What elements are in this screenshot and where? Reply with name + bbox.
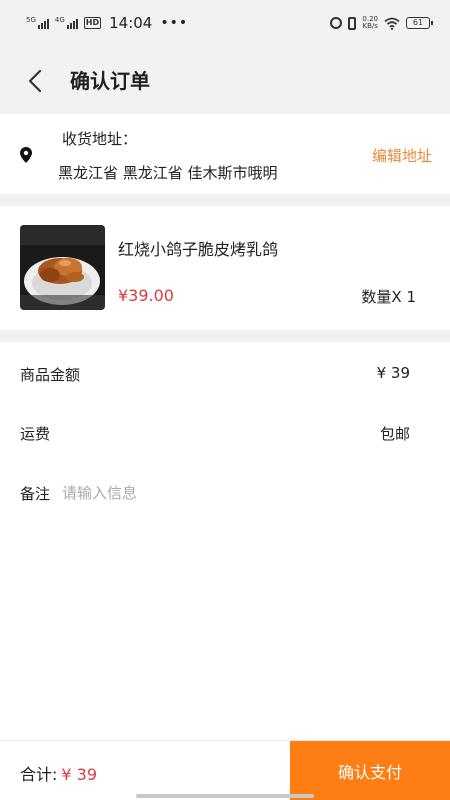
remark-input[interactable] — [62, 481, 362, 505]
page-title: 确认订单 — [70, 69, 150, 93]
shipping-label: 运费 — [20, 425, 51, 443]
status-time: 14:04 — [109, 14, 153, 32]
more-notifications-icon: ••• — [160, 15, 189, 31]
total-amount: ¥ 39 — [61, 765, 98, 784]
section-divider — [0, 194, 450, 206]
home-indicator[interactable] — [136, 794, 314, 798]
location-pin-icon — [20, 147, 32, 163]
page-header: 确认订单 — [0, 48, 450, 114]
bottom-bar: 合计: ¥ 39 确认支付 — [0, 740, 450, 800]
product-thumbnail — [20, 225, 105, 310]
shipping-row: 运费 包邮 — [0, 413, 450, 453]
status-bar: 5G 4G HD 14:04 ••• 0.20 KB/s 61 — [0, 0, 450, 48]
sim2-label: 4G — [54, 16, 65, 24]
product-price: ¥39.00 — [118, 286, 174, 305]
goods-amount-row: 商品金额 ¥ 39 — [0, 354, 450, 394]
confirm-pay-button[interactable]: 确认支付 — [290, 741, 450, 800]
product-name: 红烧小鸽子脆皮烤乳鸽 — [118, 240, 279, 259]
vibrate-icon — [348, 16, 357, 30]
alarm-icon — [330, 17, 343, 29]
net-speed: 0.20 KB/s — [362, 16, 378, 30]
product-item: 红烧小鸽子脆皮烤乳鸽 ¥39.00 数量X 1 — [0, 206, 450, 330]
address-section[interactable]: 收货地址： 黑龙江省 黑龙江省 佳木斯市哦明 编辑地址 — [0, 114, 450, 194]
signal-5g-icon: 5G — [26, 17, 49, 29]
goods-amount-value: ¥ 39 — [376, 364, 410, 382]
shipping-value: 包邮 — [379, 425, 410, 443]
sim1-label: 5G — [26, 16, 36, 24]
section-divider — [0, 330, 450, 342]
hd-icon: HD — [83, 17, 102, 29]
signal-4g-icon: 4G — [55, 17, 78, 29]
remark-row: 备注 — [0, 473, 450, 513]
address-text: 黑龙江省 黑龙江省 佳木斯市哦明 — [58, 164, 278, 182]
status-left: 5G 4G HD 14:04 ••• — [26, 14, 188, 32]
wifi-icon — [384, 17, 400, 30]
status-right: 0.20 KB/s 61 — [330, 16, 433, 30]
net-speed-unit: KB/s — [362, 22, 378, 30]
remark-label: 备注 — [20, 485, 51, 503]
goods-amount-label: 商品金额 — [20, 366, 81, 384]
order-total: 合计: ¥ 39 — [20, 761, 97, 785]
total-label: 合计: — [20, 765, 58, 784]
product-quantity: 数量X 1 — [361, 288, 416, 306]
address-label: 收货地址： — [62, 130, 138, 148]
edit-address-link[interactable]: 编辑地址 — [372, 145, 432, 166]
battery-icon: 61 — [406, 17, 433, 29]
back-arrow-icon[interactable] — [24, 68, 48, 94]
